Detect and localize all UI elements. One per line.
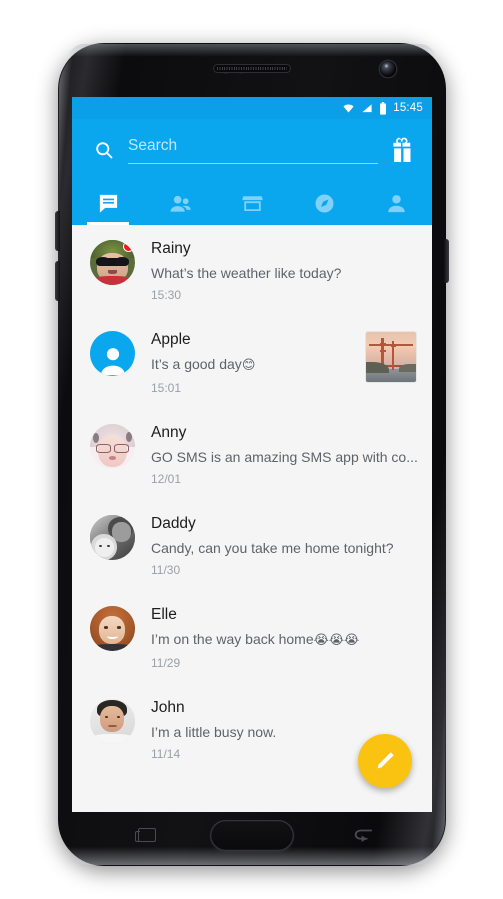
list-item-body: Rainy What’s the weather like today? 15:… xyxy=(151,238,418,304)
avatar[interactable] xyxy=(90,240,135,285)
tab-store[interactable] xyxy=(216,181,288,225)
earpiece-speaker-icon xyxy=(213,64,291,73)
search-icon[interactable] xyxy=(94,140,114,160)
person-icon xyxy=(387,194,405,212)
avatar[interactable] xyxy=(90,699,135,744)
phone-mockup: 15:45 Search Rainy What’s the weather li… xyxy=(55,43,449,866)
list-item-body: Apple It’s a good day😊 15:01 xyxy=(151,329,358,397)
list-item[interactable]: Rainy What’s the weather like today? 15:… xyxy=(72,225,432,316)
list-item-body: Elle I’m on the way back home😭😭😭 11/29 xyxy=(151,604,418,672)
volume-down-button[interactable] xyxy=(55,261,60,301)
tab-discover[interactable] xyxy=(288,181,360,225)
search-input[interactable] xyxy=(128,136,378,164)
phone-top-bezel xyxy=(58,43,446,97)
list-item[interactable]: Elle I’m on the way back home😭😭😭 11/29 xyxy=(72,591,432,684)
message-preview: GO SMS is an amazing SMS app with co... xyxy=(151,449,418,465)
list-item-body: Anny GO SMS is an amazing SMS app with c… xyxy=(151,422,418,488)
message-preview: It’s a good day😊 xyxy=(151,356,256,373)
front-camera-icon xyxy=(380,61,396,77)
volume-up-button[interactable] xyxy=(55,211,60,251)
unread-badge xyxy=(123,241,134,252)
message-time: 11/30 xyxy=(151,563,181,577)
default-person-icon xyxy=(100,348,125,376)
message-preview: I’m on the way back home😭😭😭 xyxy=(151,631,360,648)
wifi-icon xyxy=(342,103,355,114)
compass-icon xyxy=(314,193,334,213)
avatar[interactable] xyxy=(90,424,135,469)
recents-button[interactable] xyxy=(135,828,156,842)
contact-name: Anny xyxy=(151,424,187,441)
list-item-body: Daddy Candy, can you take me home tonigh… xyxy=(151,513,418,579)
people-icon xyxy=(170,195,191,212)
message-preview: Candy, can you take me home tonight? xyxy=(151,540,394,556)
message-time: 15:01 xyxy=(151,381,182,395)
attachment-thumbnail[interactable] xyxy=(366,332,416,382)
list-item[interactable]: Apple It’s a good day😊 15:01 xyxy=(72,316,432,409)
message-preview: What’s the weather like today? xyxy=(151,265,342,281)
screenshot-canvas: 15:45 Search Rainy What’s the weather li… xyxy=(0,0,503,899)
store-icon xyxy=(241,195,263,211)
message-time: 11/29 xyxy=(151,656,181,670)
compose-pencil-icon xyxy=(377,752,394,769)
app-bar xyxy=(72,119,432,225)
status-bar: 15:45 xyxy=(72,97,432,119)
battery-icon xyxy=(379,101,387,115)
contact-name: Daddy xyxy=(151,515,196,532)
avatar[interactable] xyxy=(90,515,135,560)
avatar[interactable] xyxy=(90,606,135,651)
message-time: 15:30 xyxy=(151,288,182,302)
power-button[interactable] xyxy=(444,239,449,283)
tab-messages[interactable] xyxy=(72,181,144,225)
conversation-list[interactable]: Rainy What’s the weather like today? 15:… xyxy=(72,225,432,812)
avatar[interactable] xyxy=(90,331,135,376)
phone-bottom-bezel xyxy=(58,810,446,866)
message-time: 12/01 xyxy=(151,472,182,486)
emoji: 😭😭😭 xyxy=(313,633,360,648)
compose-fab-button[interactable] xyxy=(358,734,412,788)
contact-name: Elle xyxy=(151,606,177,623)
contact-name: John xyxy=(151,699,185,716)
contact-name: Apple xyxy=(151,331,191,348)
tab-profile[interactable] xyxy=(360,181,432,225)
tab-contacts[interactable] xyxy=(144,181,216,225)
tab-bar xyxy=(72,181,432,225)
home-button[interactable] xyxy=(210,820,294,851)
signal-icon xyxy=(361,103,373,114)
list-item[interactable]: Daddy Candy, can you take me home tonigh… xyxy=(72,500,432,591)
phone-screen: 15:45 Search Rainy What’s the weather li… xyxy=(72,97,432,812)
search-row xyxy=(72,119,432,181)
search-field-wrapper xyxy=(128,136,378,164)
back-button[interactable] xyxy=(352,825,374,843)
status-bar-clock: 15:45 xyxy=(393,102,423,114)
contact-name: Rainy xyxy=(151,240,191,257)
chat-bubble-icon xyxy=(99,194,117,213)
list-item[interactable]: Anny GO SMS is an amazing SMS app with c… xyxy=(72,409,432,500)
gift-icon[interactable] xyxy=(388,135,418,165)
emoji: 😊 xyxy=(241,358,256,373)
